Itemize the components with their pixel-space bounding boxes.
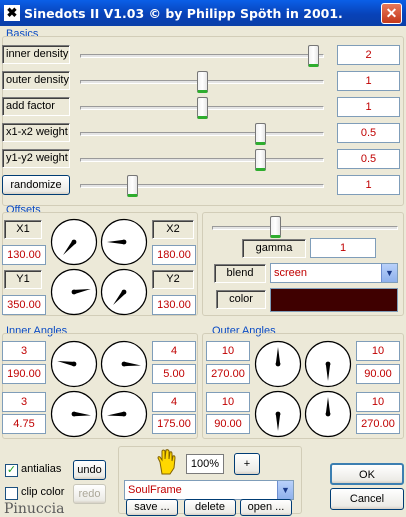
inner-angle-1-count[interactable]: 3 bbox=[2, 341, 46, 361]
close-button[interactable]: ✕ bbox=[381, 3, 402, 24]
ok-button[interactable]: OK bbox=[330, 463, 404, 485]
inner-angle-3-value[interactable]: 4.75 bbox=[2, 414, 46, 434]
blend-label: blend bbox=[214, 264, 266, 283]
y2-value-field[interactable]: 130.00 bbox=[152, 295, 196, 315]
slider-value-field-0[interactable]: 2 bbox=[337, 45, 400, 65]
inner-angle-2-dial[interactable] bbox=[100, 340, 148, 388]
undo-button[interactable]: undo bbox=[73, 460, 106, 480]
slider-track-5[interactable] bbox=[80, 184, 324, 188]
app-icon: ✖ bbox=[4, 5, 20, 21]
open-button[interactable]: open ... bbox=[240, 499, 292, 516]
chevron-down-icon[interactable]: ▼ bbox=[277, 481, 293, 499]
slider-value-field-1[interactable]: 1 bbox=[337, 71, 400, 91]
slider-value-field-5[interactable]: 1 bbox=[337, 175, 400, 195]
color-swatch[interactable] bbox=[270, 288, 398, 312]
outer-angle-1-count[interactable]: 10 bbox=[206, 341, 250, 361]
outer-angle-1-dial[interactable] bbox=[254, 340, 302, 388]
slider-label-0: inner density bbox=[2, 45, 70, 64]
slider-label-4: y1-y2 weight bbox=[2, 149, 70, 168]
clip-color-label: clip color bbox=[21, 486, 65, 498]
outer-angle-2-count[interactable]: 10 bbox=[356, 341, 400, 361]
save-button[interactable]: save ... bbox=[126, 499, 178, 516]
slider-track-3[interactable] bbox=[80, 132, 324, 136]
zoom-plus-button[interactable]: + bbox=[234, 453, 260, 475]
color-label: color bbox=[216, 290, 266, 309]
slider-value-field-3[interactable]: 0.5 bbox=[337, 123, 400, 143]
inner-angle-2-count[interactable]: 4 bbox=[152, 341, 196, 361]
y2-label: Y2 bbox=[152, 270, 194, 289]
chevron-down-icon[interactable]: ▼ bbox=[381, 264, 397, 282]
antialias-checkbox[interactable]: ✓ bbox=[5, 464, 18, 477]
inner-angle-2-value[interactable]: 5.00 bbox=[152, 364, 196, 384]
inner-angle-4-count[interactable]: 4 bbox=[152, 392, 196, 412]
window-title: Sinedots II V1.03 © by Philipp Spöth in … bbox=[24, 6, 343, 21]
y1-dial[interactable] bbox=[50, 268, 98, 316]
x2-label: X2 bbox=[152, 220, 194, 239]
outer-angle-2-value[interactable]: 90.00 bbox=[356, 364, 400, 384]
x2-dial[interactable] bbox=[100, 218, 148, 266]
outer-angle-3-value[interactable]: 90.00 bbox=[206, 414, 250, 434]
inner-angle-1-dial[interactable] bbox=[50, 340, 98, 388]
slider-thumb-1[interactable] bbox=[196, 71, 208, 93]
x1-value-field[interactable]: 130.00 bbox=[2, 245, 46, 265]
gamma-slider-track[interactable] bbox=[212, 226, 398, 230]
x2-value-field[interactable]: 180.00 bbox=[152, 245, 196, 265]
outer-angle-3-count[interactable]: 10 bbox=[206, 392, 250, 412]
x1-label: X1 bbox=[4, 220, 42, 239]
slider-label-3: x1-x2 weight bbox=[2, 123, 70, 142]
redo-button: redo bbox=[73, 484, 106, 504]
blend-select[interactable]: screen ▼ bbox=[270, 263, 398, 283]
gamma-label: gamma bbox=[242, 239, 306, 258]
outer-angle-3-dial[interactable] bbox=[254, 390, 302, 438]
y2-dial[interactable] bbox=[100, 268, 148, 316]
gamma-slider-thumb[interactable] bbox=[269, 216, 281, 238]
inner-angle-1-value[interactable]: 190.00 bbox=[2, 364, 46, 384]
preset-select[interactable]: SoulFrame ▼ bbox=[124, 480, 294, 500]
slider-label-1: outer density bbox=[2, 71, 70, 90]
gamma-value-field[interactable]: 1 bbox=[310, 238, 376, 258]
preset-select-value: SoulFrame bbox=[128, 484, 182, 496]
delete-button[interactable]: delete bbox=[184, 499, 236, 516]
signature-watermark: Pinuccia bbox=[4, 501, 65, 517]
inner-angle-4-value[interactable]: 175.00 bbox=[152, 414, 196, 434]
clip-color-checkbox[interactable] bbox=[5, 487, 18, 500]
y1-label: Y1 bbox=[4, 270, 42, 289]
slider-track-4[interactable] bbox=[80, 158, 324, 162]
slider-track-0[interactable] bbox=[80, 54, 324, 58]
slider-value-field-2[interactable]: 1 bbox=[337, 97, 400, 117]
cancel-button[interactable]: Cancel bbox=[330, 488, 404, 510]
inner-angle-4-dial[interactable] bbox=[100, 390, 148, 438]
slider-label-2: add factor bbox=[2, 97, 70, 116]
inner-angle-3-count[interactable]: 3 bbox=[2, 392, 46, 412]
slider-thumb-0[interactable] bbox=[308, 45, 320, 67]
zoom-display: 100% bbox=[186, 454, 224, 474]
slider-thumb-4[interactable] bbox=[254, 149, 266, 171]
slider-thumb-2[interactable] bbox=[196, 97, 208, 119]
x1-dial[interactable] bbox=[50, 218, 98, 266]
slider-value-field-4[interactable]: 0.5 bbox=[337, 149, 400, 169]
hand-pointer-icon[interactable] bbox=[150, 448, 182, 476]
inner-angle-3-dial[interactable] bbox=[50, 390, 98, 438]
title-bar: ✖ Sinedots II V1.03 © by Philipp Spöth i… bbox=[0, 0, 406, 26]
outer-angle-1-value[interactable]: 270.00 bbox=[206, 364, 250, 384]
randomize-button[interactable]: randomize bbox=[2, 175, 70, 195]
blend-select-value: screen bbox=[274, 267, 308, 279]
outer-angle-2-dial[interactable] bbox=[304, 340, 352, 388]
outer-angle-4-count[interactable]: 10 bbox=[356, 392, 400, 412]
outer-angle-4-value[interactable]: 270.00 bbox=[356, 414, 400, 434]
antialias-label: antialias bbox=[21, 463, 62, 475]
slider-thumb-3[interactable] bbox=[254, 123, 266, 145]
y1-value-field[interactable]: 350.00 bbox=[2, 295, 46, 315]
outer-angle-4-dial[interactable] bbox=[304, 390, 352, 438]
slider-thumb-5[interactable] bbox=[126, 175, 138, 197]
